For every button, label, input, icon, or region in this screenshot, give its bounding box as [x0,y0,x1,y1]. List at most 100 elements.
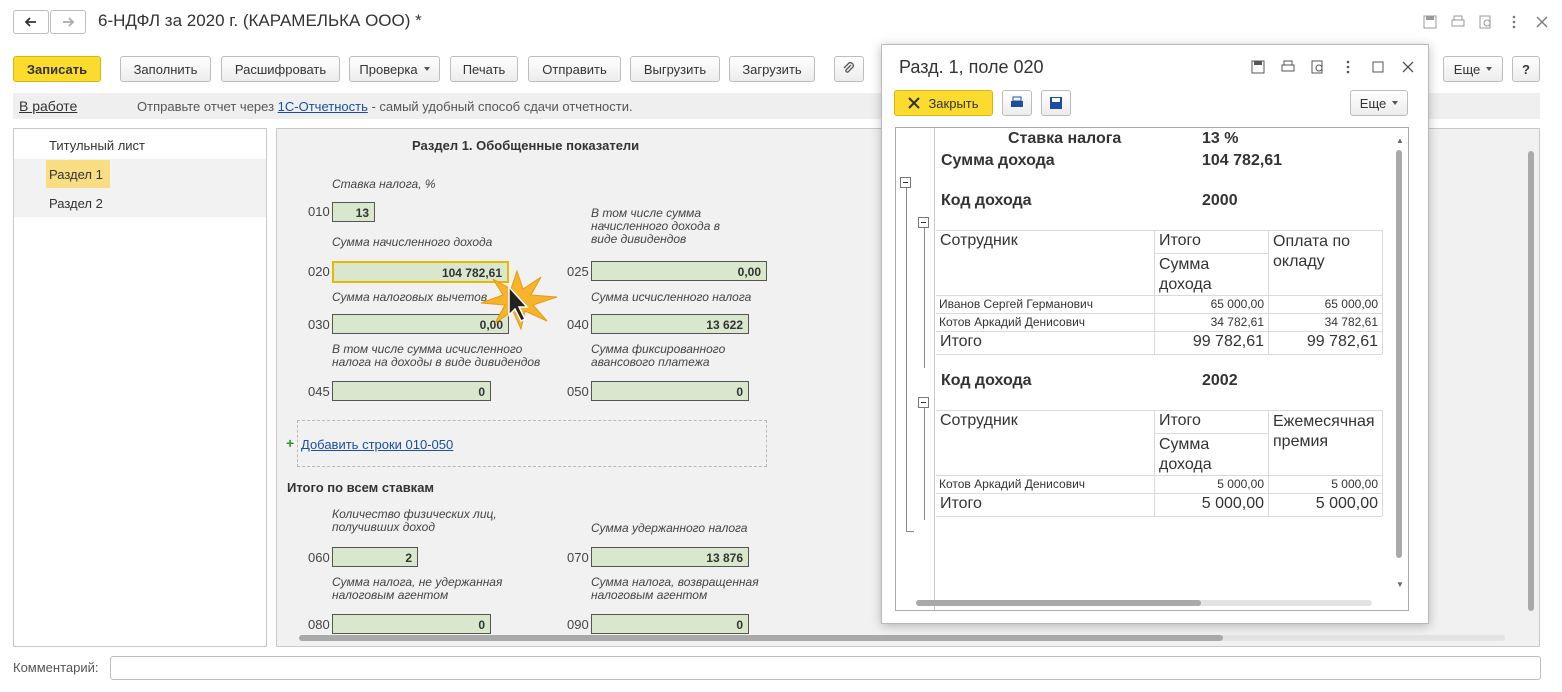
info-text-after: - самый удобный способ сдачи отчетности. [367,99,633,114]
more-label: Еще [1453,61,1481,77]
popup-more-label: Еще [1359,95,1387,111]
close-x-icon [908,97,921,109]
income-code-label: Код дохода [941,372,1032,389]
collapse-toggle-icon[interactable] [900,177,911,188]
back-button[interactable] [13,10,49,34]
code-090: 090 [567,617,589,632]
arrow-right-icon [63,17,75,27]
save-button[interactable]: Записать [13,56,101,82]
info-text-before: Отправьте отчет через [137,99,278,114]
field-010[interactable]: 13 [332,202,375,222]
income-code-value: 2002 [1202,372,1238,389]
col-sum: Сумма дохода [1159,436,1212,473]
field-070[interactable]: 13 876 [591,547,749,567]
field-040[interactable]: 13 622 [591,314,749,334]
nav-item-section-2[interactable]: Раздел 2 [14,188,266,217]
chevron-down-icon [1486,67,1493,71]
collapse-toggle-icon[interactable] [918,217,929,228]
nav-item-label: Титульный лист [49,138,146,153]
save-icon[interactable] [1422,14,1438,30]
field-025[interactable]: 0,00 [591,261,767,281]
scroll-down-icon[interactable]: ▼ [1396,580,1404,589]
print-icon [1011,96,1023,107]
doc-v-scrollbar[interactable] [1396,150,1402,558]
dividends-income-label: В том числе сумма начисленного дохода в … [591,206,720,246]
tree-line [906,531,914,532]
section-title: Раздел 1. Обобщенные показатели [412,138,640,153]
import-button[interactable]: Загрузить [729,56,815,82]
rate-label: Ставка налога, % [332,177,436,191]
doc-v-scroll-track[interactable]: ▲ ▼ [1396,136,1404,589]
code-060: 060 [308,550,330,565]
popup-controls [1250,59,1416,75]
total-type-value: 5 000,00 [1315,495,1378,512]
arrow-left-icon [24,17,36,27]
send-button[interactable]: Отправить [528,56,621,82]
section-nav: Титульный лист Раздел 1 Раздел 2 [13,128,267,647]
col-total: Итого [1159,412,1201,429]
deductions-label: Сумма налоговых вычетов [332,290,488,304]
field-045[interactable]: 0 [332,381,491,401]
popup-save-button[interactable] [1041,90,1071,116]
close-icon[interactable] [1534,14,1550,30]
help-button[interactable]: ? [1512,56,1540,82]
check-label: Проверка [359,61,418,77]
decode-popup: Разд. 1, поле 020 Закрыть Еще Ставка нал… [881,44,1429,624]
decode-button[interactable]: Расшифровать [221,56,340,82]
more-dropdown[interactable]: Еще [1443,56,1503,82]
collapse-toggle-icon[interactable] [918,397,929,408]
export-button[interactable]: Выгрузить [630,56,720,82]
rate-label: Ставка налога [1008,130,1122,147]
h-scrollbar[interactable] [299,635,1223,641]
total-value: 5 000,00 [1201,495,1264,512]
code-070: 070 [567,550,589,565]
more-vert-icon[interactable] [1506,14,1522,30]
print-icon[interactable] [1450,14,1466,30]
field-090[interactable]: 0 [591,614,749,634]
nav-item-title-page[interactable]: Титульный лист [14,130,266,159]
popup-more-dropdown[interactable]: Еще [1350,90,1408,116]
chevron-down-icon [423,67,430,71]
row-type: 65 000,00 [1324,297,1378,311]
popup-close-button[interactable]: Закрыть [894,90,993,116]
field-080[interactable]: 0 [332,614,491,634]
row-employee: Котов Аркадий Денисович [939,315,1086,329]
report-document: Ставка налога 13 % Сумма дохода 104 782,… [895,127,1409,611]
check-dropdown[interactable]: Проверка [349,56,440,82]
popup-print-button[interactable] [1002,90,1032,116]
info-text: Отправьте отчет через 1С-Отчетность - са… [137,99,633,114]
preview-icon[interactable] [1478,14,1494,30]
col-employee: Сотрудник [940,232,1018,249]
doc-h-scrollbar[interactable] [916,600,1201,606]
popup-title: Разд. 1, поле 020 [899,57,1044,77]
close-icon[interactable] [1400,59,1416,75]
code-020: 020 [308,264,330,279]
forward-button[interactable] [50,10,86,34]
v-scrollbar[interactable] [1528,151,1534,611]
field-060[interactable]: 2 [332,547,418,567]
attach-button[interactable] [834,56,864,82]
window-title: 6-НДФЛ за 2020 г. (КАРАМЕЛЬКА ООО) * [98,11,422,30]
code-025: 025 [567,264,589,279]
tree-line [934,128,935,610]
row-total: 34 782,61 [1210,315,1264,329]
reporting-link[interactable]: 1С-Отчетность [278,99,368,114]
nav-item-section-1[interactable]: Раздел 1 [14,159,266,188]
save-icon[interactable] [1250,59,1266,75]
row-type: 5 000,00 [1331,477,1378,491]
scroll-up-icon[interactable]: ▲ [1396,136,1404,145]
status-link[interactable]: В работе [19,98,77,114]
more-vert-icon[interactable] [1340,59,1356,75]
fill-button[interactable]: Заполнить [120,56,211,82]
tree-line [924,220,925,368]
fixed-advance-label: Сумма фиксированного авансового платежа [591,342,726,369]
maximize-icon[interactable] [1370,59,1386,75]
add-rows-link[interactable]: Добавить строки 010-050 [301,437,453,452]
print-button[interactable]: Печать [450,56,518,82]
col-income-type: Ежемесячная премия [1273,413,1375,450]
field-050[interactable]: 0 [591,381,749,401]
comment-field[interactable] [110,656,1541,680]
preview-icon[interactable] [1310,59,1326,75]
print-icon[interactable] [1280,59,1296,75]
total-type-value: 99 782,61 [1306,333,1378,350]
